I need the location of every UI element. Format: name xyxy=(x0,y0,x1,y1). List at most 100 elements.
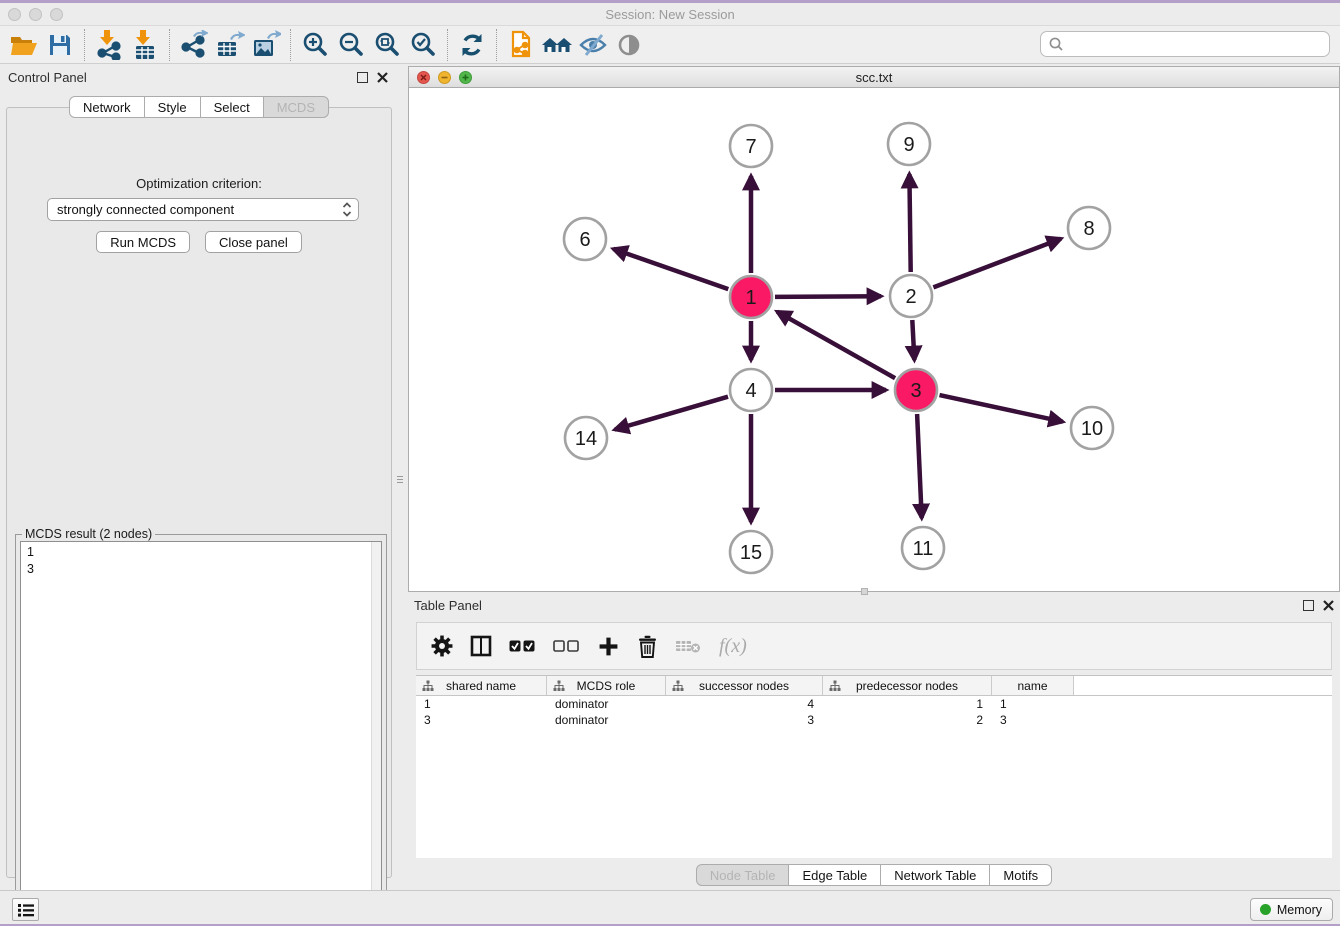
network-view-window: scc.txt 7 9 6 8 1 2 4 3 14 10 15 11 xyxy=(408,66,1340,592)
deselect-all-columns-icon[interactable] xyxy=(553,631,580,661)
toolbar-separator xyxy=(84,29,85,61)
node-table: shared name MCDS role successor nodes pr… xyxy=(416,675,1332,858)
node-3[interactable]: 3 xyxy=(895,369,937,411)
node-9[interactable]: 9 xyxy=(888,123,930,165)
tab-network[interactable]: Network xyxy=(69,96,145,118)
mcds-panel-body: Optimization criterion: strongly connect… xyxy=(6,107,392,878)
column-header-shared-name[interactable]: shared name xyxy=(416,676,547,695)
result-scrollbar[interactable] xyxy=(371,542,381,906)
zoom-in-icon[interactable] xyxy=(297,28,333,62)
zoom-selected-icon[interactable] xyxy=(405,28,441,62)
node-10[interactable]: 10 xyxy=(1071,407,1113,449)
close-table-panel-icon[interactable] xyxy=(1323,600,1334,611)
destroy-table-icon xyxy=(675,631,702,661)
column-type-icon xyxy=(829,680,841,692)
search-box[interactable] xyxy=(1040,31,1330,57)
select-all-columns-icon[interactable] xyxy=(509,631,536,661)
zoom-out-icon[interactable] xyxy=(333,28,369,62)
node-4[interactable]: 4 xyxy=(730,369,772,411)
node-6[interactable]: 6 xyxy=(564,218,606,260)
table-panel-tabbar: Node Table Edge Table Network Table Moti… xyxy=(408,864,1340,886)
mcds-result-title: MCDS result (2 nodes) xyxy=(22,527,155,541)
tab-mcds[interactable]: MCDS xyxy=(264,96,329,118)
optimization-criterion-select[interactable]: strongly connected component xyxy=(47,198,359,221)
window-resize-handle[interactable] xyxy=(861,588,868,595)
edge-2-8[interactable] xyxy=(933,239,1061,288)
float-table-panel-icon[interactable] xyxy=(1303,600,1314,611)
memory-status-icon xyxy=(1260,904,1271,915)
node-2[interactable]: 2 xyxy=(890,275,932,317)
export-image-icon[interactable] xyxy=(248,28,284,62)
table-row[interactable]: 3 dominator 3 2 3 xyxy=(416,712,1332,728)
cell-successor-nodes: 3 xyxy=(666,712,823,728)
node-14[interactable]: 14 xyxy=(565,417,607,459)
clone-network-icon[interactable] xyxy=(503,28,539,62)
tab-motifs[interactable]: Motifs xyxy=(990,864,1052,886)
edge-1-2[interactable] xyxy=(775,296,881,297)
application-window: Session: New Session xyxy=(0,0,1340,926)
task-history-button[interactable] xyxy=(12,898,39,921)
save-session-icon[interactable] xyxy=(42,28,78,62)
delete-column-icon[interactable] xyxy=(636,631,658,661)
node-1[interactable]: 1 xyxy=(730,276,772,318)
import-network-icon[interactable] xyxy=(91,28,127,62)
tab-edge-table[interactable]: Edge Table xyxy=(789,864,881,886)
node-label-10: 10 xyxy=(1081,418,1103,440)
mcds-result-group: MCDS result (2 nodes) 1 3 xyxy=(15,534,387,912)
cell-shared-name: 3 xyxy=(416,712,547,728)
table-panel-title: Table Panel xyxy=(414,598,482,613)
node-label-3: 3 xyxy=(910,380,921,402)
open-session-icon[interactable] xyxy=(6,28,42,62)
split-columns-icon[interactable] xyxy=(470,631,492,661)
toolbar-separator xyxy=(290,29,291,61)
edge-3-10[interactable] xyxy=(940,395,1063,422)
eye-slash-icon[interactable] xyxy=(575,28,611,62)
network-canvas[interactable]: 7 9 6 8 1 2 4 3 14 10 15 11 xyxy=(409,88,1339,591)
node-8[interactable]: 8 xyxy=(1068,207,1110,249)
search-input[interactable] xyxy=(1064,34,1329,54)
memory-button[interactable]: Memory xyxy=(1250,898,1333,921)
node-7[interactable]: 7 xyxy=(730,125,772,167)
column-header-predecessor-nodes[interactable]: predecessor nodes xyxy=(823,676,992,695)
edge-1-6[interactable] xyxy=(613,249,728,289)
export-table-icon[interactable] xyxy=(212,28,248,62)
float-panel-icon[interactable] xyxy=(357,72,368,83)
tab-network-table[interactable]: Network Table xyxy=(881,864,990,886)
column-header-name[interactable]: name xyxy=(992,676,1074,695)
edge-3-1[interactable] xyxy=(777,312,895,379)
toolbar-separator xyxy=(169,29,170,61)
export-network-icon[interactable] xyxy=(176,28,212,62)
column-type-icon xyxy=(672,680,684,692)
network-window-titlebar[interactable]: scc.txt xyxy=(409,67,1339,88)
settings-gear-icon[interactable] xyxy=(431,631,453,661)
node-15[interactable]: 15 xyxy=(730,531,772,573)
main-toolbar xyxy=(0,26,1340,64)
column-header-mcds-role[interactable]: MCDS role xyxy=(547,676,666,695)
edge-2-3[interactable] xyxy=(912,320,914,360)
edge-3-11[interactable] xyxy=(917,414,922,518)
tab-node-table[interactable]: Node Table xyxy=(696,864,790,886)
edge-4-14[interactable] xyxy=(615,397,728,430)
panel-split-handle[interactable] xyxy=(397,468,403,490)
add-column-icon[interactable] xyxy=(597,631,619,661)
refresh-icon[interactable] xyxy=(454,28,490,62)
mcds-result-text[interactable]: 1 3 xyxy=(20,541,382,907)
node-11[interactable]: 11 xyxy=(902,527,944,569)
run-mcds-button[interactable]: Run MCDS xyxy=(96,231,190,253)
zoom-fit-icon[interactable] xyxy=(369,28,405,62)
close-panel-icon[interactable] xyxy=(377,72,388,83)
cell-mcds-role: dominator xyxy=(547,696,666,712)
column-type-icon xyxy=(422,680,434,692)
table-toolbar: f(x) xyxy=(416,622,1332,670)
control-panel-tabbar: Network Style Select MCDS xyxy=(4,96,394,118)
node-label-1: 1 xyxy=(745,287,756,309)
home-icon[interactable] xyxy=(539,28,575,62)
edge-2-9[interactable] xyxy=(909,174,910,272)
column-header-successor-nodes[interactable]: successor nodes xyxy=(666,676,823,695)
import-table-icon[interactable] xyxy=(127,28,163,62)
tab-select[interactable]: Select xyxy=(201,96,264,118)
close-panel-button[interactable]: Close panel xyxy=(205,231,302,253)
tab-style[interactable]: Style xyxy=(145,96,201,118)
lens-icon[interactable] xyxy=(611,28,647,62)
table-row[interactable]: 1 dominator 4 1 1 xyxy=(416,696,1332,712)
